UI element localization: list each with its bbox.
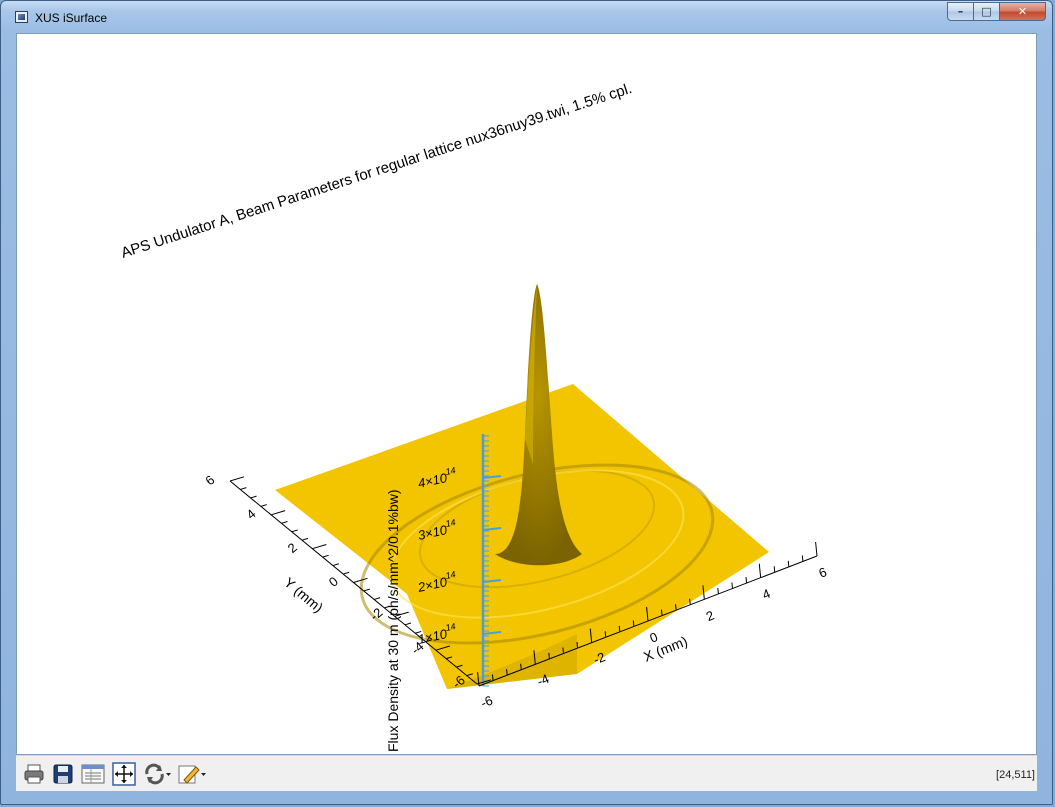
x-axis-tick-label: 4 (760, 586, 772, 603)
x-axis-tick (717, 587, 719, 594)
surface-plot[interactable]: APS Undulator A, Beam Parameters for reg… (17, 34, 1037, 755)
save-icon (53, 764, 73, 784)
plot-title: APS Undulator A, Beam Parameters for reg… (119, 80, 634, 262)
y-axis-tick (322, 554, 329, 558)
x-axis-label: X (mm) (641, 633, 690, 665)
x-axis-tick (520, 663, 522, 670)
x-axis-tick (548, 652, 550, 659)
title-bar[interactable]: XUS iSurface – □ ✕ (1, 1, 1052, 35)
rotate-button[interactable] (142, 762, 174, 786)
y-axis-tick (240, 487, 247, 490)
y-axis-tick (250, 495, 257, 499)
minimize-button[interactable]: – (947, 2, 974, 21)
maximize-icon: □ (981, 5, 992, 18)
x-axis-tick (787, 560, 790, 567)
y-axis-tick-label: 6 (202, 472, 217, 488)
window-title: XUS iSurface (35, 11, 108, 25)
x-axis-tick (660, 609, 663, 616)
y-axis-tick (291, 529, 298, 533)
annotate-button[interactable] (177, 762, 209, 786)
y-axis-tick (229, 476, 245, 482)
annotate-icon (178, 765, 206, 784)
x-axis-tick-label: 6 (817, 564, 829, 581)
bottom-toolbar: [24,511] (16, 755, 1037, 791)
x-axis-tick (604, 631, 607, 638)
rotate-icon (145, 763, 171, 785)
plot-canvas[interactable]: APS Undulator A, Beam Parameters for reg… (16, 33, 1037, 755)
resize-button[interactable] (111, 762, 137, 786)
x-axis-tick (689, 598, 691, 605)
y-axis-tick (404, 622, 412, 626)
y-axis-tick (271, 510, 286, 516)
print-icon (24, 764, 44, 784)
y-axis-tick-label: 4 (243, 506, 258, 522)
app-icon (15, 11, 28, 23)
y-axis-tick (281, 521, 288, 524)
y-axis-tick (363, 588, 370, 592)
x-axis-tick (562, 647, 564, 654)
y-axis-tick-label: 2 (285, 540, 300, 556)
x-axis-tick (632, 620, 635, 627)
properties-icon (81, 764, 105, 784)
y-axis-tick (373, 597, 381, 600)
x-axis-tick (506, 669, 508, 676)
y-axis-tick-label: 0 (326, 574, 341, 590)
x-axis-tick (731, 582, 733, 589)
y-axis-tick (260, 504, 268, 507)
y-axis-tick (332, 563, 340, 567)
x-axis-tick (815, 541, 818, 557)
x-axis-tick (618, 625, 621, 632)
x-axis-tick (745, 577, 748, 584)
print-button[interactable] (22, 762, 46, 786)
y-axis-tick-label: -2 (367, 605, 385, 624)
z-axis-label: Flux Density at 30 m (ph/s/mm^2/0.1%bw) (385, 489, 401, 752)
y-axis-tick (343, 571, 350, 575)
resize-icon (112, 762, 136, 786)
x-axis-tick (773, 566, 776, 573)
properties-button[interactable] (80, 762, 106, 786)
maximize-button[interactable]: □ (974, 2, 1000, 21)
close-button[interactable]: ✕ (1000, 2, 1046, 21)
x-axis-tick (801, 555, 804, 562)
y-axis-tick (312, 543, 327, 550)
x-axis-tick-label: -6 (479, 693, 495, 711)
window-controls: – □ ✕ (947, 2, 1046, 22)
close-icon: ✕ (1017, 5, 1028, 18)
x-axis-tick-label: 2 (704, 607, 716, 624)
x-axis-tick (675, 604, 677, 611)
x-axis-tick (758, 563, 762, 578)
y-axis-label: Y (mm) (281, 574, 326, 616)
y-axis-tick (301, 537, 309, 541)
save-button[interactable] (51, 762, 75, 786)
minimize-icon: – (957, 5, 964, 18)
cursor-coordinates: [24,511] (996, 769, 1035, 781)
x-axis-tick (576, 642, 579, 649)
x-axis-tick (491, 674, 494, 681)
